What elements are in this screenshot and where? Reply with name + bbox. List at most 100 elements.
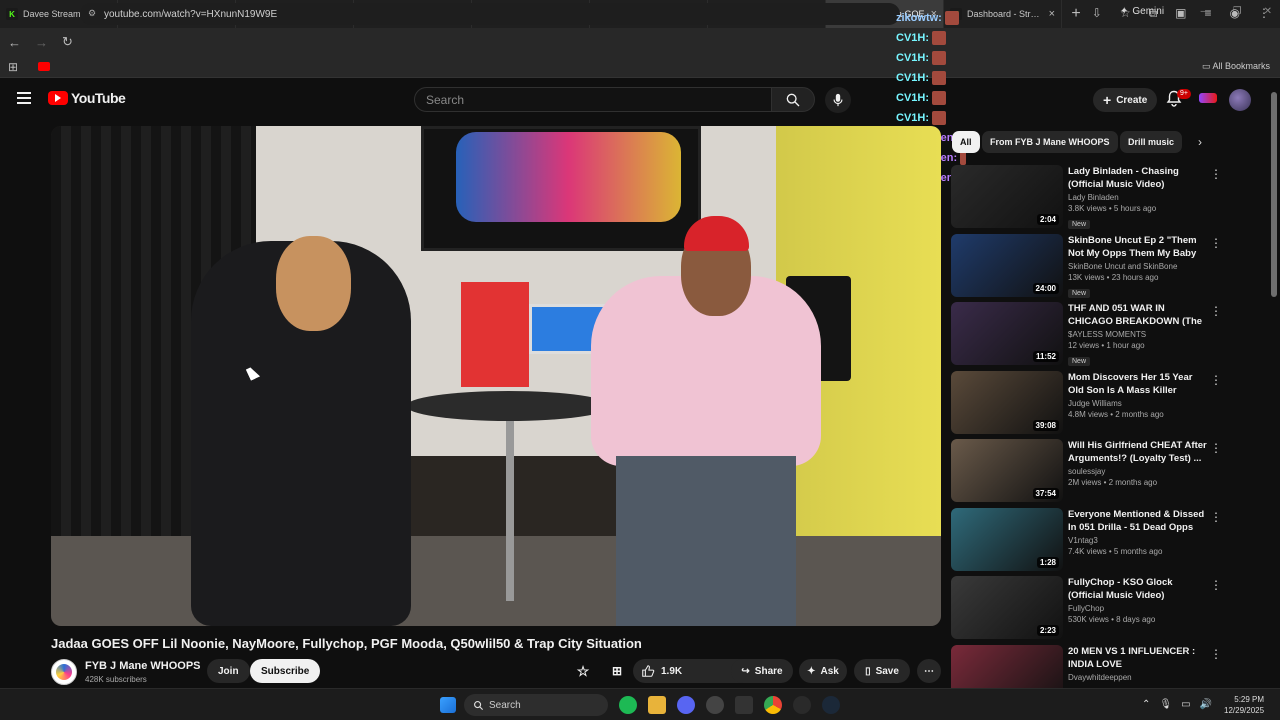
grid-button[interactable]: ⊞ bbox=[606, 659, 628, 683]
video-thumbnail[interactable]: 37:54 bbox=[951, 439, 1063, 502]
reload-icon[interactable]: ↻ bbox=[62, 34, 73, 50]
recommended-video-title[interactable]: Lady Binladen - Chasing (Official Music … bbox=[1068, 165, 1208, 191]
more-options-icon[interactable]: ⋮ bbox=[1210, 167, 1222, 181]
chevron-right-icon[interactable]: › bbox=[1198, 135, 1202, 149]
recommended-channel-name[interactable]: SkinBone Uncut and SkinBone bbox=[1068, 262, 1208, 271]
new-tab-icon[interactable]: + bbox=[1062, 5, 1090, 23]
recommended-video[interactable]: 1:28 Everyone Mentioned & Dissed In 051 D… bbox=[951, 507, 1223, 572]
youtube-bookmark-icon[interactable] bbox=[38, 62, 50, 71]
app-icon[interactable] bbox=[706, 696, 724, 714]
recommended-video-title[interactable]: FullyChop - KSO Glock (Official Music Vi… bbox=[1068, 576, 1208, 602]
more-options-icon[interactable]: ⋮ bbox=[1210, 647, 1222, 661]
video-thumbnail[interactable]: 24:00 bbox=[951, 233, 1063, 297]
back-icon[interactable]: ← bbox=[8, 35, 21, 50]
apps-icon[interactable]: ⊞ bbox=[8, 60, 18, 74]
voice-search-button[interactable] bbox=[825, 87, 851, 113]
more-options-icon[interactable]: ⋮ bbox=[1210, 304, 1222, 318]
recommended-channel-name[interactable]: soulessjay bbox=[1068, 467, 1208, 476]
recommended-channel-name[interactable]: $AYLESS MOMENTS bbox=[1068, 330, 1208, 339]
recommended-video[interactable]: 11:52 THF AND 051 WAR IN CHICAGO BREAKDOW… bbox=[951, 302, 1223, 366]
taskbar-clock[interactable]: 5:29 PM 12/29/2025 bbox=[1224, 694, 1264, 716]
chrome-icon[interactable] bbox=[764, 696, 782, 714]
more-options-icon[interactable]: ⋮ bbox=[1210, 510, 1222, 524]
media-icon[interactable]: ≡ bbox=[1205, 6, 1212, 21]
close-tab-icon[interactable]: × bbox=[1049, 8, 1055, 20]
page-scrollbar[interactable] bbox=[1271, 92, 1277, 297]
recommended-video[interactable]: 37:54 Will His Girlfriend CHEAT After Arg… bbox=[951, 439, 1223, 503]
recommended-video-title[interactable]: THF AND 051 WAR IN CHICAGO BREAKDOWN (Th… bbox=[1068, 302, 1208, 328]
more-options-icon[interactable]: ⋮ bbox=[1210, 373, 1222, 387]
windows-start-icon[interactable] bbox=[440, 697, 456, 713]
bookmark-star-icon[interactable]: ☆ bbox=[1120, 6, 1131, 21]
video-player[interactable] bbox=[51, 126, 941, 626]
recommended-video[interactable]: 2:23 FullyChop - KSO Glock (Official Musi… bbox=[951, 576, 1223, 640]
volume-icon[interactable]: 🔊 bbox=[1200, 699, 1212, 710]
install-icon[interactable]: ⇩ bbox=[1092, 6, 1102, 21]
channel-name[interactable]: FYB J Mane WHOOPS bbox=[85, 660, 201, 672]
more-options-icon[interactable]: ⋮ bbox=[1210, 578, 1222, 592]
url-bar[interactable]: ⚙ youtube.com/watch?v=HXnunN19W9E bbox=[80, 3, 900, 25]
network-icon[interactable]: ▭ bbox=[1181, 699, 1190, 710]
filter-chip[interactable]: From FYB J Mane WHOOPS bbox=[982, 131, 1118, 153]
recommended-video-title[interactable]: Mom Discovers Her 15 Year Old Son Is A M… bbox=[1068, 371, 1208, 397]
video-thumbnail[interactable]: 1:28 bbox=[951, 507, 1063, 571]
recommended-channel-name[interactable]: Lady Binladen bbox=[1068, 193, 1208, 202]
youtube-logo[interactable]: YouTube bbox=[48, 90, 126, 106]
recommended-channel-name[interactable]: V1ntag3 bbox=[1068, 536, 1208, 545]
filter-chip[interactable]: Drill music bbox=[1120, 131, 1183, 153]
filter-chip[interactable]: All bbox=[952, 131, 980, 153]
search-button[interactable] bbox=[771, 87, 815, 112]
video-thumbnail[interactable]: 11:52 bbox=[951, 302, 1063, 365]
recommended-channel-name[interactable]: FullyChop bbox=[1068, 604, 1208, 613]
file-explorer-icon[interactable] bbox=[648, 696, 666, 714]
all-bookmarks[interactable]: ▭ All Bookmarks bbox=[1202, 61, 1270, 72]
subscribe-button[interactable]: Subscribe bbox=[250, 659, 321, 683]
recommended-video-title[interactable]: 20 MEN VS 1 INFLUENCER : INDIA LOVE bbox=[1068, 645, 1208, 671]
video-thumbnail[interactable]: 2:04 bbox=[951, 165, 1063, 228]
spotify-icon[interactable] bbox=[619, 696, 637, 714]
recommended-video-title[interactable]: Everyone Mentioned & Dissed In 051 Drill… bbox=[1068, 508, 1208, 534]
channel-avatar[interactable] bbox=[51, 659, 77, 685]
terminal-icon[interactable] bbox=[735, 696, 753, 714]
steam-icon[interactable] bbox=[822, 696, 840, 714]
video-thumbnail[interactable]: 39:08 bbox=[951, 370, 1063, 434]
account-avatar[interactable] bbox=[1229, 89, 1251, 111]
discord-icon[interactable] bbox=[677, 696, 695, 714]
video-info: Lady Binladen - Chasing (Official Music … bbox=[1068, 165, 1208, 231]
more-actions-button[interactable]: ⋯ bbox=[917, 659, 941, 683]
forward-icon[interactable]: → bbox=[35, 35, 48, 50]
ask-button[interactable]: ✦ Ask bbox=[799, 659, 847, 683]
extension-icon[interactable] bbox=[1199, 93, 1217, 103]
chat-username: CV1H: bbox=[896, 32, 930, 44]
more-options-icon[interactable]: ⋮ bbox=[1210, 441, 1222, 455]
rate-star-button[interactable]: ☆ bbox=[571, 659, 595, 683]
extensions-icon[interactable]: ⧉ bbox=[1149, 6, 1158, 21]
profile-icon[interactable]: ◉ bbox=[1230, 6, 1240, 21]
more-options-icon[interactable]: ⋮ bbox=[1210, 236, 1222, 250]
join-button[interactable]: Join bbox=[207, 659, 250, 683]
search-field[interactable] bbox=[414, 87, 772, 112]
recommended-channel-name[interactable]: Judge Williams bbox=[1068, 399, 1208, 408]
search-input[interactable] bbox=[426, 92, 771, 107]
create-button[interactable]: + Create bbox=[1093, 88, 1158, 112]
share-button[interactable]: ↪ Share bbox=[731, 659, 793, 683]
taskbar-search[interactable]: Search bbox=[464, 694, 608, 716]
recommended-video-title[interactable]: SkinBone Uncut Ep 2 "Them Not My Opps Th… bbox=[1068, 234, 1208, 260]
app-g-icon[interactable] bbox=[793, 696, 811, 714]
menu-icon[interactable]: ⋮ bbox=[1258, 6, 1270, 21]
recommended-video-title[interactable]: Will His Girlfriend CHEAT After Argument… bbox=[1068, 439, 1208, 465]
duration-badge: 11:52 bbox=[1032, 351, 1059, 362]
emote-icon bbox=[932, 31, 947, 45]
menu-hamburger-icon[interactable] bbox=[17, 92, 31, 104]
recommended-channel-name[interactable]: Dvaywhitdeeppen bbox=[1068, 673, 1208, 682]
sidepanel-icon[interactable]: ▣ bbox=[1175, 6, 1186, 21]
like-button[interactable]: 1.9K bbox=[641, 664, 682, 678]
recommended-video[interactable]: 39:08 Mom Discovers Her 15 Year Old Son I… bbox=[951, 370, 1223, 435]
video-thumbnail[interactable]: 2:23 bbox=[951, 576, 1063, 639]
site-info-icon[interactable]: ⚙ bbox=[88, 8, 96, 19]
recommended-video[interactable]: 24:00 SkinBone Uncut Ep 2 "Them Not My Op… bbox=[951, 233, 1223, 298]
chevron-up-icon[interactable]: ⌃ bbox=[1142, 699, 1150, 710]
save-button[interactable]: ▯ Save bbox=[854, 659, 910, 683]
microphone-icon[interactable]: 🎙 bbox=[1159, 699, 1172, 710]
recommended-video[interactable]: 2:04 Lady Binladen - Chasing (Official Mu… bbox=[951, 165, 1223, 229]
